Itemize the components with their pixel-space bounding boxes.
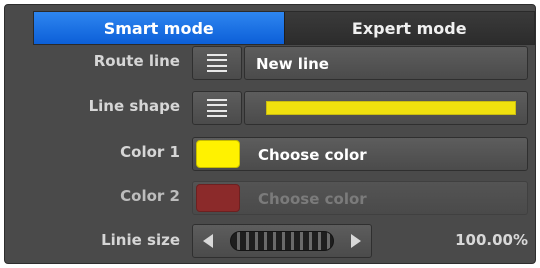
route-line-value: New line	[256, 55, 329, 73]
route-line-menu-button[interactable]	[192, 46, 242, 80]
color-1-swatch	[196, 140, 240, 168]
route-line-label: Route line	[93, 52, 180, 70]
hamburger-menu-icon	[207, 99, 227, 117]
hamburger-menu-icon	[207, 54, 227, 72]
color-1-choose-label: Choose color	[258, 146, 367, 164]
tab-expert-mode[interactable]: Expert mode	[283, 12, 534, 44]
color-1-label: Color 1	[120, 143, 180, 161]
color-2-label: Color 2	[120, 187, 180, 205]
size-slider-knob[interactable]	[230, 231, 334, 251]
right-arrow-icon[interactable]	[351, 234, 361, 248]
line-shape-label: Line shape	[88, 97, 180, 115]
line-shape-preview	[266, 101, 516, 115]
tab-smart-mode[interactable]: Smart mode	[34, 12, 284, 44]
left-arrow-icon[interactable]	[203, 234, 213, 248]
color-2-choose-label: Choose color	[258, 190, 367, 208]
color-2-swatch	[196, 184, 240, 212]
linie-size-label: Linie size	[101, 231, 180, 249]
mode-tabs: Smart mode Expert mode	[33, 11, 535, 45]
line-shape-menu-button[interactable]	[192, 91, 242, 125]
linie-size-value: 100.00%	[455, 231, 528, 249]
linie-size-stepper[interactable]	[192, 224, 372, 258]
